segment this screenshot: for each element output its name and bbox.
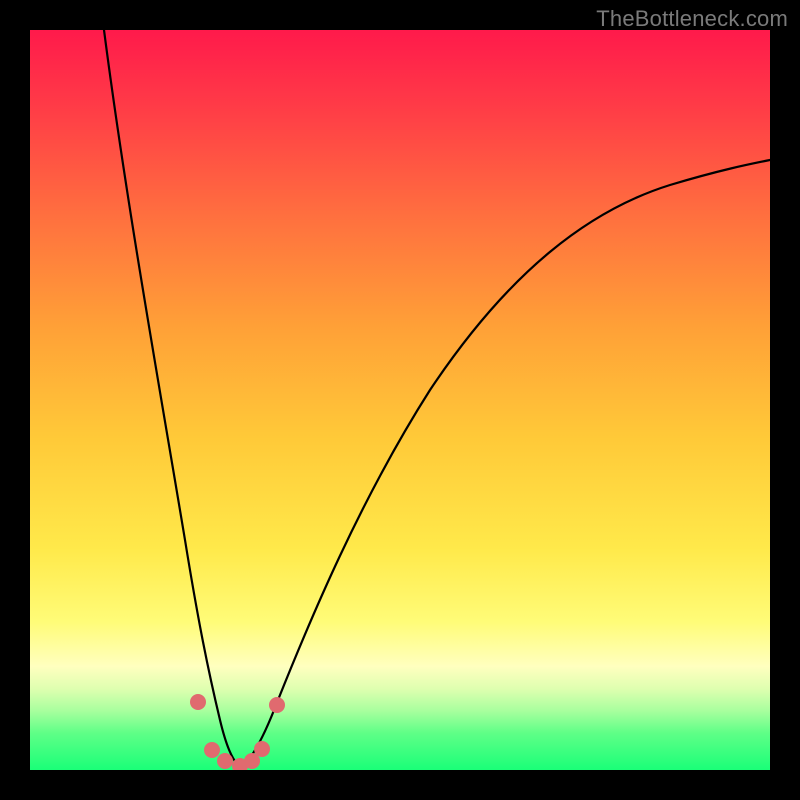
- marker-dot: [204, 742, 220, 758]
- curve-left-branch: [104, 30, 240, 767]
- bottleneck-curve: [30, 30, 770, 770]
- marker-dot: [190, 694, 206, 710]
- plot-area: [30, 30, 770, 770]
- curve-right-branch: [240, 160, 770, 767]
- watermark-text: TheBottleneck.com: [596, 6, 788, 32]
- marker-dot: [269, 697, 285, 713]
- marker-dot: [254, 741, 270, 757]
- marker-dot: [217, 753, 233, 769]
